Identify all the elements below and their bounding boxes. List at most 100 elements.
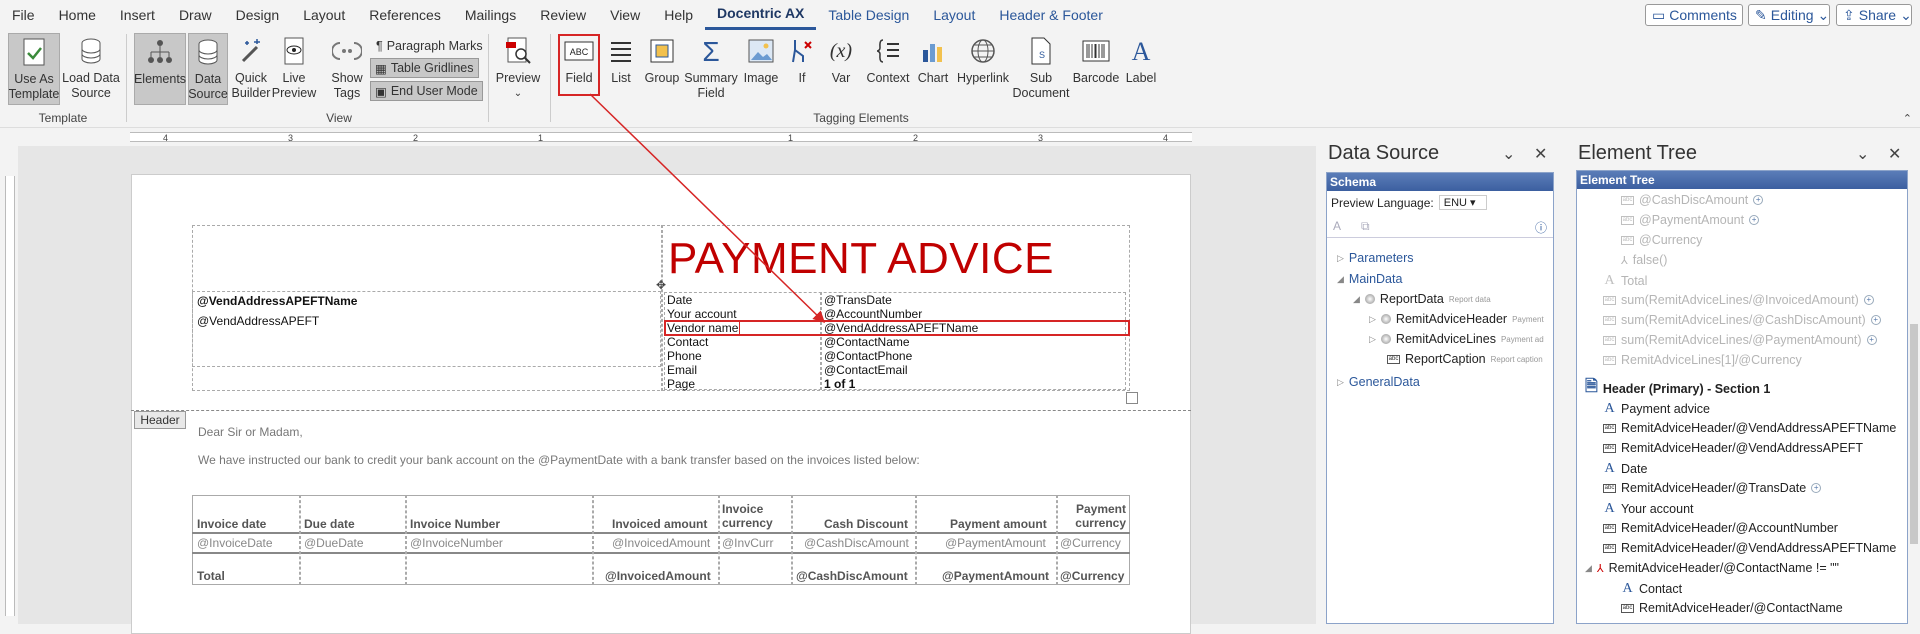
tree-node[interactable]: abc @Currency [1621, 233, 1702, 247]
chevron-down-icon[interactable]: ⌄ [1856, 144, 1869, 164]
sub-document-button[interactable]: S Sub Document [1013, 33, 1070, 101]
menu-home[interactable]: Home [47, 0, 108, 30]
barcode-button[interactable]: Barcode [1072, 33, 1120, 86]
info-value-contact[interactable]: @ContactName [824, 335, 910, 349]
menu-references[interactable]: References [357, 0, 453, 30]
tree-icon[interactable]: ⧉ [1361, 219, 1370, 234]
hyperlink-button[interactable]: Hyperlink [954, 33, 1012, 86]
tree-parameters[interactable]: ▷ Parameters [1337, 251, 1414, 265]
tree-node[interactable]: abc RemitAdviceHeader/@VendAddressAPEFT [1603, 441, 1863, 455]
total-payment-amount[interactable]: @PaymentAmount [942, 569, 1049, 583]
info-value-account[interactable]: @AccountNumber [824, 307, 922, 321]
cell-invoice-currency[interactable]: @InvCurr [722, 536, 774, 550]
menu-insert[interactable]: Insert [108, 0, 167, 30]
data-source-button[interactable]: Data Source [188, 33, 228, 105]
chart-button[interactable]: Chart [914, 33, 952, 86]
header-tab[interactable]: Header [134, 411, 186, 429]
menu-view[interactable]: View [598, 0, 652, 30]
show-tags-button[interactable]: Show Tags [326, 33, 368, 101]
menu-review[interactable]: Review [528, 0, 598, 30]
collapse-ribbon-icon[interactable]: ⌃ [1903, 112, 1912, 125]
menu-table-layout[interactable]: Layout [921, 0, 987, 30]
tree-node[interactable]: A Total [1603, 273, 1647, 289]
if-button[interactable]: If [786, 33, 818, 86]
cell-payment-amount[interactable]: @PaymentAmount [945, 536, 1046, 550]
tree-general-data[interactable]: ▷ GeneralData [1337, 375, 1420, 389]
tree-report-caption[interactable]: abc ReportCaption Report caption [1387, 352, 1543, 366]
vendor-address-field[interactable]: @VendAddressAPEFT [197, 314, 319, 328]
context-button[interactable]: Context [864, 33, 912, 86]
paragraph-marks-button[interactable]: ¶ Paragraph Marks [372, 36, 487, 56]
move-table-icon[interactable]: ✥ [656, 278, 666, 292]
menu-table-design[interactable]: Table Design [816, 0, 921, 30]
editing-button[interactable]: ✎ Editing ⌄ [1748, 4, 1830, 26]
comments-button[interactable]: ▭ Comments [1645, 4, 1743, 26]
info-value-date[interactable]: @TransDate [824, 293, 892, 307]
close-icon[interactable]: ✕ [1534, 144, 1547, 164]
horizontal-ruler[interactable]: 4 3 2 1 1 2 3 4 [0, 128, 1316, 146]
menu-header-footer[interactable]: Header & Footer [987, 0, 1115, 30]
preview-language-select[interactable]: ENU ▾ [1438, 195, 1487, 210]
font-icon[interactable]: A [1333, 219, 1341, 233]
total-cash-discount[interactable]: @CashDiscAmount [796, 569, 908, 583]
live-preview-button[interactable]: Live Preview [272, 33, 316, 101]
info-value-email[interactable]: @ContactEmail [824, 363, 908, 377]
tree-section-header[interactable]: 🗎 Header (Primary) - Section 1 [1585, 375, 1770, 402]
info-value-phone[interactable]: @ContactPhone [824, 349, 912, 363]
tree-node[interactable]: abc @PaymentAmount + [1621, 213, 1760, 227]
tree-node[interactable]: abc sum(RemitAdviceLines/@InvoicedAmount)… [1603, 293, 1874, 307]
tree-main-data[interactable]: ◢ MainData [1337, 272, 1402, 286]
tree-node[interactable]: abc @CashDiscAmount + [1621, 193, 1764, 207]
end-user-mode-button[interactable]: ▣ End User Mode [370, 81, 483, 101]
cell-invoiced-amount[interactable]: @InvoicedAmount [612, 536, 710, 550]
tree-report-data[interactable]: ◢ ReportData Report data [1353, 292, 1491, 306]
share-button[interactable]: ⇪ Share ⌄ [1836, 4, 1912, 26]
list-button[interactable]: List [604, 33, 638, 86]
group-button[interactable]: Group [642, 33, 682, 86]
tree-remit-header[interactable]: ▷ RemitAdviceHeader Payment [1369, 312, 1544, 326]
menu-draw[interactable]: Draw [167, 0, 224, 30]
tree-node[interactable]: abc sum(RemitAdviceLines/@PaymentAmount) + [1603, 333, 1877, 347]
vertical-ruler[interactable] [0, 146, 18, 624]
total-currency[interactable]: @Currency [1060, 569, 1124, 583]
tree-remit-lines[interactable]: ▷ RemitAdviceLines Payment ad [1369, 332, 1544, 346]
tree-node[interactable]: A Payment advice [1603, 401, 1710, 417]
vendor-name-field[interactable]: @VendAddressAPEFTName [197, 294, 357, 308]
tree-node[interactable]: abc RemitAdviceHeader/@ContactName [1621, 601, 1843, 615]
tree-node[interactable]: A Date [1603, 461, 1647, 477]
menu-file[interactable]: File [0, 0, 47, 30]
menu-help[interactable]: Help [652, 0, 705, 30]
load-data-source-button[interactable]: Load Data Source [62, 33, 120, 101]
use-as-template-button[interactable]: Use As Template [8, 33, 60, 105]
cell-invoice-number[interactable]: @InvoiceNumber [410, 536, 503, 550]
chevron-down-icon[interactable]: ⌄ [1502, 144, 1515, 164]
tree-node[interactable]: A Contact [1621, 581, 1682, 597]
cell-invoice-date[interactable]: @InvoiceDate [197, 536, 273, 550]
tree-node[interactable]: abc RemitAdviceHeader/@VendAddressAPEFTNa… [1603, 541, 1896, 555]
scrollbar-thumb[interactable] [1910, 324, 1918, 544]
preview-button[interactable]: Preview ⌄ [494, 33, 542, 101]
total-invoiced-amount[interactable]: @InvoicedAmount [605, 569, 711, 583]
table-resize-handle[interactable] [1126, 392, 1138, 404]
summary-field-button[interactable]: Σ Summary Field [684, 33, 738, 101]
tree-node[interactable]: abc RemitAdviceHeader/@VendAddressAPEFTNa… [1603, 421, 1896, 435]
tree-node[interactable]: A Your account [1603, 501, 1693, 517]
tree-node[interactable]: abc RemitAdviceHeader/@AccountNumber [1603, 521, 1838, 535]
menu-mailings[interactable]: Mailings [453, 0, 528, 30]
menu-docentric-ax[interactable]: Docentric AX [705, 0, 817, 30]
tree-node[interactable]: abc RemitAdviceLines[1]/@Currency [1603, 353, 1802, 367]
tree-node[interactable]: ⅄ false() [1621, 253, 1667, 267]
label-button[interactable]: A Label [1122, 33, 1160, 86]
cell-payment-currency[interactable]: @Currency [1060, 536, 1121, 550]
cell-cash-discount[interactable]: @CashDiscAmount [804, 536, 909, 550]
cell-due-date[interactable]: @DueDate [304, 536, 364, 550]
menu-layout[interactable]: Layout [291, 0, 357, 30]
elements-button[interactable]: Elements [134, 33, 186, 105]
menu-design[interactable]: Design [224, 0, 292, 30]
table-gridlines-button[interactable]: ▦ Table Gridlines [370, 58, 479, 78]
tree-node[interactable]: abc sum(RemitAdviceLines/@CashDiscAmount)… [1603, 313, 1881, 327]
var-button[interactable]: (x) Var [822, 33, 860, 86]
tree-node[interactable]: ◢ ⅄ RemitAdviceHeader/@ContactName != "" [1585, 561, 1839, 575]
close-icon[interactable]: ✕ [1888, 144, 1901, 164]
image-button[interactable]: Image [740, 33, 782, 86]
